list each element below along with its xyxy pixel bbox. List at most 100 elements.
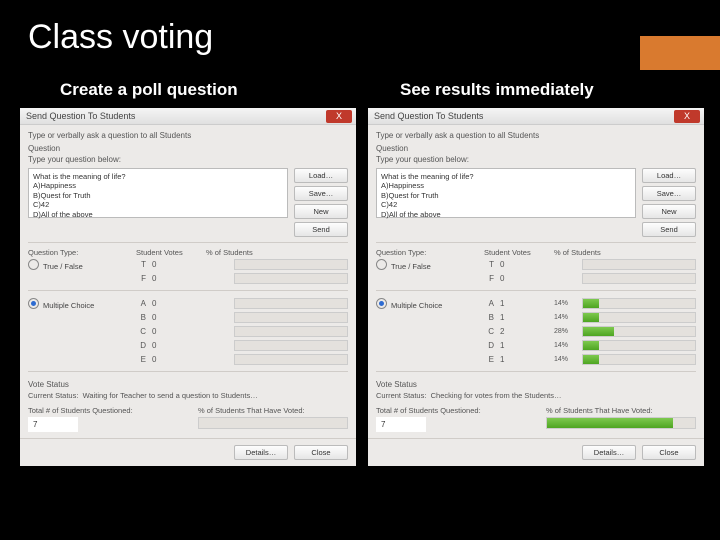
tf-letter: F xyxy=(484,274,494,283)
save-button[interactable]: Save… xyxy=(294,186,348,201)
mc-vote-count: 1 xyxy=(500,299,510,308)
mc-vote-count: 0 xyxy=(152,327,162,336)
mc-pct: 14% xyxy=(554,300,578,307)
mc-row: C2 28% xyxy=(376,324,696,338)
slide-title: Class voting xyxy=(28,18,213,57)
total-value: 7 xyxy=(376,417,426,432)
question-textarea[interactable]: What is the meaning of life?A)HappinessB… xyxy=(28,168,288,218)
radio-multiple-choice[interactable] xyxy=(28,298,39,309)
hint-text: Type or verbally ask a question to all S… xyxy=(376,131,696,140)
total-value: 7 xyxy=(28,417,78,432)
send-button[interactable]: Send xyxy=(294,222,348,237)
dialog-left: Send Question To Students X Type or verb… xyxy=(20,108,356,466)
vote-status-head: Vote Status xyxy=(28,380,348,389)
close-icon[interactable]: X xyxy=(326,110,352,123)
mc-row: Multiple Choice A0 xyxy=(28,296,348,310)
tf-vote-count: 0 xyxy=(152,260,162,269)
radio-true-false[interactable] xyxy=(376,259,387,270)
mc-letter: D xyxy=(136,341,146,350)
tf-vote-count: 0 xyxy=(500,274,510,283)
close-button[interactable]: Close xyxy=(642,445,696,460)
mc-row: B0 xyxy=(28,310,348,324)
tf-vote-count: 0 xyxy=(500,260,510,269)
mc-vote-count: 2 xyxy=(500,327,510,336)
mc-bar xyxy=(582,298,696,309)
window-title: Send Question To Students xyxy=(374,111,483,121)
mc-bar xyxy=(234,326,348,337)
mc-letter: C xyxy=(136,327,146,336)
window-titlebar: Send Question To Students X xyxy=(368,108,704,125)
mc-row: C0 xyxy=(28,324,348,338)
voted-pct-bar xyxy=(198,417,348,429)
mc-vote-count: 1 xyxy=(500,341,510,350)
radio-true-false[interactable] xyxy=(28,259,39,270)
mc-bar xyxy=(234,354,348,365)
mc-pct: 28% xyxy=(554,328,578,335)
group-question: Question xyxy=(376,144,696,153)
mc-row: E0 xyxy=(28,352,348,366)
mc-vote-count: 0 xyxy=(152,355,162,364)
close-icon[interactable]: X xyxy=(674,110,700,123)
load-button[interactable]: Load… xyxy=(294,168,348,183)
multiple-choice-label: Multiple Choice xyxy=(391,301,442,310)
group-question: Question xyxy=(28,144,348,153)
accent-bar xyxy=(640,36,720,70)
mc-bar xyxy=(582,340,696,351)
tf-row: True / False T0 xyxy=(376,257,696,271)
mc-vote-count: 1 xyxy=(500,355,510,364)
details-button[interactable]: Details… xyxy=(234,445,288,460)
mc-vote-count: 0 xyxy=(152,341,162,350)
column-headers: Question Type:Student Votes% of Students xyxy=(28,248,348,257)
mc-pct: 14% xyxy=(554,314,578,321)
type-label: Type your question below: xyxy=(28,155,348,164)
hint-text: Type or verbally ask a question to all S… xyxy=(28,131,348,140)
dialog-right: Send Question To Students X Type or verb… xyxy=(368,108,704,466)
mc-letter: B xyxy=(484,313,494,322)
mc-vote-count: 0 xyxy=(152,313,162,322)
radio-multiple-choice[interactable] xyxy=(376,298,387,309)
mc-pct: 14% xyxy=(554,342,578,349)
column-headers: Question Type:Student Votes% of Students xyxy=(376,248,696,257)
mc-bar xyxy=(582,312,696,323)
mc-pct: 14% xyxy=(554,356,578,363)
mc-row: B1 14% xyxy=(376,310,696,324)
details-button[interactable]: Details… xyxy=(582,445,636,460)
question-textarea[interactable]: What is the meaning of life?A)HappinessB… xyxy=(376,168,636,218)
window-titlebar: Send Question To Students X xyxy=(20,108,356,125)
tf-letter: F xyxy=(136,274,146,283)
new-button[interactable]: New xyxy=(642,204,696,219)
mc-letter: D xyxy=(484,341,494,350)
mc-letter: B xyxy=(136,313,146,322)
mc-bar xyxy=(582,354,696,365)
load-button[interactable]: Load… xyxy=(642,168,696,183)
tf-bar xyxy=(234,259,348,270)
true-false-label: True / False xyxy=(43,262,83,271)
tf-bar xyxy=(582,259,696,270)
total-label: Total # of Students Questioned: xyxy=(376,406,526,415)
mc-row: D0 xyxy=(28,338,348,352)
type-label: Type your question below: xyxy=(376,155,696,164)
mc-bar xyxy=(234,298,348,309)
total-label: Total # of Students Questioned: xyxy=(28,406,178,415)
close-button[interactable]: Close xyxy=(294,445,348,460)
current-status: Current Status: Waiting for Teacher to s… xyxy=(28,391,348,400)
tf-vote-count: 0 xyxy=(152,274,162,283)
mc-letter: A xyxy=(484,299,494,308)
voted-pct-label: % of Students That Have Voted: xyxy=(546,406,696,415)
send-button[interactable]: Send xyxy=(642,222,696,237)
new-button[interactable]: New xyxy=(294,204,348,219)
mc-bar xyxy=(582,326,696,337)
multiple-choice-label: Multiple Choice xyxy=(43,301,94,310)
tf-row: True / False T0 xyxy=(28,257,348,271)
tf-bar xyxy=(234,273,348,284)
save-button[interactable]: Save… xyxy=(642,186,696,201)
mc-letter: A xyxy=(136,299,146,308)
mc-row: E1 14% xyxy=(376,352,696,366)
voted-pct-label: % of Students That Have Voted: xyxy=(198,406,348,415)
subhead-left: Create a poll question xyxy=(60,80,238,100)
tf-letter: T xyxy=(136,260,146,269)
mc-row: D1 14% xyxy=(376,338,696,352)
tf-row: F0 xyxy=(28,271,348,285)
vote-status-head: Vote Status xyxy=(376,380,696,389)
mc-vote-count: 0 xyxy=(152,299,162,308)
